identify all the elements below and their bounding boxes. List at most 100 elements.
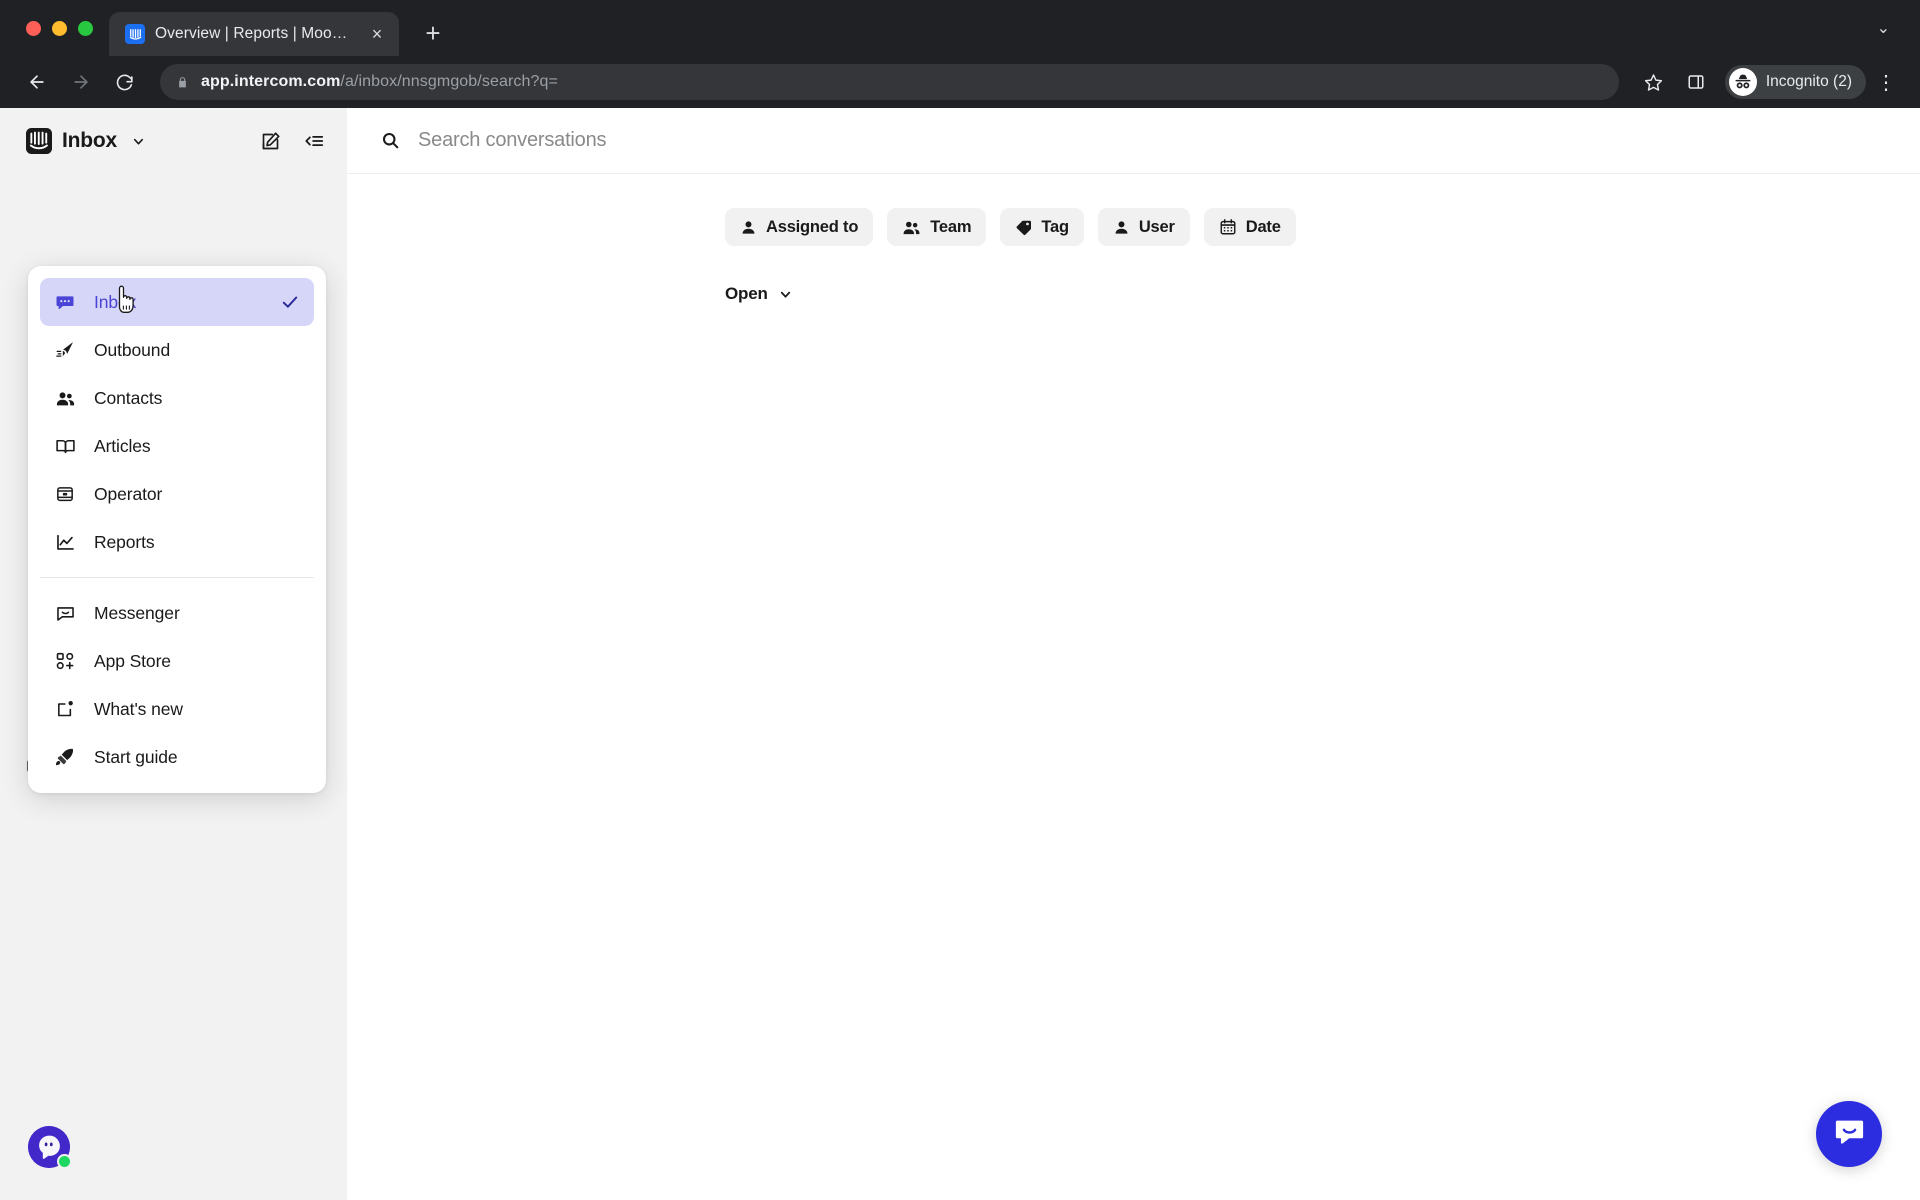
collapse-sidebar-icon[interactable] [303, 130, 325, 152]
filter-label: Date [1245, 217, 1281, 236]
intercom-logo-icon [26, 128, 52, 154]
left-rail: Inbox Inbox Outbound Contacts Articles O… [0, 108, 347, 1200]
status-filter-label: Open [725, 284, 768, 303]
browser-chrome: Overview | Reports | Moodjoy | × + ⌄ app… [0, 0, 1920, 108]
status-filter-dropdown[interactable]: Open [347, 246, 1920, 304]
nav-item-label: App Store [94, 650, 171, 671]
rail-header-actions [260, 130, 325, 152]
intercom-favicon-icon [125, 24, 145, 44]
incognito-label: Incognito (2) [1765, 73, 1852, 90]
search-bar[interactable] [347, 108, 1920, 174]
inbox-chat-icon [54, 291, 76, 313]
rail-title: Inbox [62, 129, 117, 152]
nav-group-secondary: Messenger App Store What's new Start gui… [28, 589, 326, 781]
nav-item-label: Contacts [94, 387, 163, 408]
nav-item-reports[interactable]: Reports [40, 518, 314, 566]
url-host: app.intercom.com [201, 73, 341, 90]
navigation-dropdown-menu: Inbox Outbound Contacts Articles Operato… [28, 266, 326, 793]
compose-icon[interactable] [260, 131, 281, 152]
maximize-window-button[interactable] [78, 20, 93, 36]
tag-icon [1015, 219, 1032, 236]
side-panel-icon[interactable] [1677, 63, 1715, 101]
toolbar-right-actions: Incognito (2) ⋮ [1635, 63, 1902, 101]
nav-item-outbound[interactable]: Outbound [40, 326, 314, 374]
messenger-icon [54, 602, 76, 624]
people-icon [54, 387, 76, 409]
window-controls [18, 0, 109, 56]
book-icon [54, 435, 76, 457]
nav-item-operator[interactable]: Operator [40, 470, 314, 518]
browser-tab[interactable]: Overview | Reports | Moodjoy | × [109, 12, 399, 56]
filter-pill-row: Assigned to Team Tag User Date [347, 174, 1920, 246]
rail-header: Inbox [0, 108, 347, 174]
nav-item-start-guide[interactable]: Start guide [40, 733, 314, 781]
nav-item-label: What's new [94, 698, 183, 719]
operator-icon [54, 483, 76, 505]
filter-label: User [1138, 217, 1175, 236]
nav-item-label: Start guide [94, 746, 178, 767]
nav-item-label: Messenger [94, 602, 180, 623]
nav-item-label: Outbound [94, 339, 171, 360]
calendar-icon [1219, 218, 1237, 236]
close-tab-button[interactable]: × [365, 22, 389, 46]
filter-tag[interactable]: Tag [1000, 208, 1084, 246]
browser-toolbar: app.intercom.com/a/inbox/nnsgmgob/search… [0, 56, 1920, 108]
chart-line-icon [54, 531, 76, 553]
whats-new-icon [54, 698, 76, 720]
minimize-window-button[interactable] [52, 20, 67, 36]
new-tab-button[interactable]: + [413, 13, 453, 53]
profile-incognito-button[interactable]: Incognito (2) [1724, 65, 1866, 99]
filter-user[interactable]: User [1097, 208, 1190, 246]
check-icon [280, 292, 300, 312]
messenger-launcher-button[interactable] [1816, 1101, 1882, 1167]
close-window-button[interactable] [26, 20, 41, 36]
app-store-icon [54, 650, 76, 672]
nav-item-articles[interactable]: Articles [40, 422, 314, 470]
url-path: /a/inbox/nnsgmgob/search?q= [340, 73, 558, 90]
nav-item-label: Inbox [94, 291, 137, 312]
url-text: app.intercom.com/a/inbox/nnsgmgob/search… [201, 73, 558, 91]
nav-item-label: Reports [94, 531, 155, 552]
nav-item-contacts[interactable]: Contacts [40, 374, 314, 422]
browser-menu-button[interactable]: ⋮ [1870, 70, 1902, 95]
filter-assigned-to[interactable]: Assigned to [725, 208, 874, 246]
chevron-down-icon[interactable] [131, 134, 146, 149]
people-icon [902, 218, 921, 237]
tabstrip-right: ⌄ [1867, 0, 1920, 56]
app-root: Inbox Inbox Outbound Contacts Articles O… [0, 108, 1920, 1200]
reload-button[interactable] [106, 63, 144, 101]
rocket-icon [54, 746, 76, 768]
nav-item-app-store[interactable]: App Store [40, 637, 314, 685]
nav-divider [40, 577, 314, 578]
filter-label: Team [930, 217, 972, 236]
tab-search-chevron-down-icon[interactable]: ⌄ [1867, 12, 1900, 44]
filter-date[interactable]: Date [1203, 208, 1296, 246]
person-icon [740, 219, 757, 236]
nav-item-messenger[interactable]: Messenger [40, 589, 314, 637]
star-icon[interactable] [1635, 63, 1673, 101]
tab-title: Overview | Reports | Moodjoy | [155, 25, 355, 42]
nav-group-primary: Inbox Outbound Contacts Articles Operato… [28, 278, 326, 566]
lock-icon [176, 76, 189, 89]
paper-plane-icon [54, 339, 76, 361]
forward-button[interactable] [62, 63, 100, 101]
nav-item-label: Operator [94, 483, 163, 504]
person-icon [1113, 219, 1130, 236]
status-badge-online [57, 1154, 72, 1169]
search-input[interactable] [418, 129, 1888, 152]
filter-label: Tag [1041, 217, 1069, 236]
avatar[interactable] [28, 1126, 72, 1169]
tab-strip: Overview | Reports | Moodjoy | × + ⌄ [0, 0, 1920, 56]
filter-label: Assigned to [766, 217, 859, 236]
chevron-down-icon [778, 287, 793, 302]
address-bar[interactable]: app.intercom.com/a/inbox/nnsgmgob/search… [160, 64, 1619, 100]
nav-item-label: Articles [94, 435, 151, 456]
main-panel: Assigned to Team [347, 108, 1920, 1200]
back-button[interactable] [18, 63, 56, 101]
incognito-avatar-icon [1728, 68, 1757, 96]
filter-team[interactable]: Team [887, 208, 987, 246]
search-icon [381, 131, 400, 150]
nav-item-whats-new[interactable]: What's new [40, 685, 314, 733]
nav-item-inbox[interactable]: Inbox [40, 278, 314, 326]
intercom-messenger-icon [1833, 1115, 1866, 1153]
